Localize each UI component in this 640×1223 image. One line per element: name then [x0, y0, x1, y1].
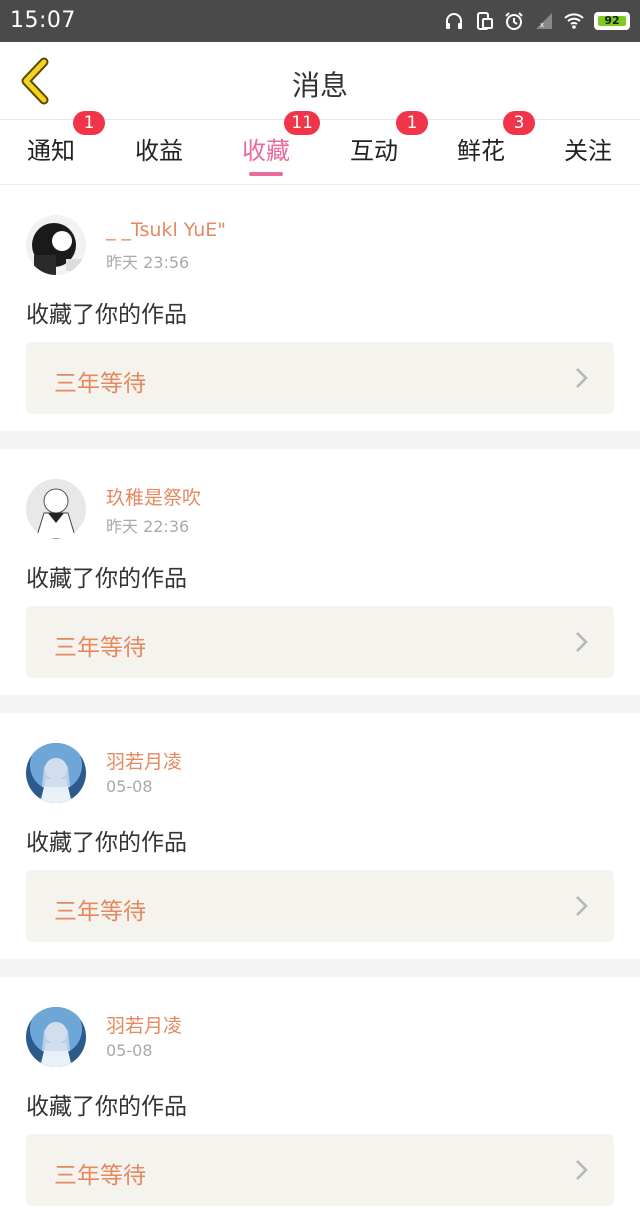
avatar[interactable]: [26, 743, 86, 803]
user-name[interactable]: 羽若月凌: [106, 747, 182, 774]
tab-label: 收益: [135, 137, 183, 165]
list-item: 羽若月凌 05-08 收藏了你的作品 三年等待: [0, 977, 640, 1223]
user-name[interactable]: 羽若月凌: [106, 1011, 182, 1038]
tab-flowers[interactable]: 鲜花 3: [436, 111, 535, 177]
activity-text: 收藏了你的作品: [26, 1094, 187, 1120]
work-link[interactable]: 三年等待: [26, 1134, 614, 1206]
active-tab-indicator: [249, 172, 283, 176]
wifi-icon: [564, 13, 584, 29]
unread-badge: 11: [284, 111, 320, 135]
app-header: 消息: [0, 42, 640, 120]
work-link[interactable]: 三年等待: [26, 870, 614, 942]
tab-label: 通知: [27, 137, 75, 165]
page-title: 消息: [291, 69, 348, 102]
divider: [0, 695, 640, 713]
avatar[interactable]: [26, 479, 86, 539]
timestamp: 05-08: [106, 777, 153, 796]
list-item: 玖稚是祭吹 昨天 22:36 收藏了你的作品 三年等待: [0, 449, 640, 695]
work-title: 三年等待: [54, 371, 146, 397]
user-name[interactable]: 玖稚是祭吹: [106, 483, 201, 510]
avatar[interactable]: [26, 1007, 86, 1067]
activity-text: 收藏了你的作品: [26, 566, 187, 592]
tab-label: 关注: [564, 137, 612, 165]
tab-following[interactable]: 关注: [543, 131, 633, 177]
tab-label: 鲜花: [457, 137, 505, 165]
timestamp: 05-08: [106, 1041, 153, 1060]
signal-icon: x: [536, 13, 552, 29]
chevron-right-icon: [576, 1160, 588, 1180]
status-bar: 15:07 x 92: [0, 0, 640, 42]
tab-earnings[interactable]: 收益: [114, 131, 204, 177]
alarm-icon: [505, 12, 523, 30]
battery-icon: 92: [594, 12, 630, 30]
activity-text: 收藏了你的作品: [26, 830, 187, 856]
divider: [0, 431, 640, 449]
battery-level: 92: [598, 15, 626, 26]
unread-badge: 1: [396, 111, 428, 135]
headphones-icon: [446, 13, 462, 29]
unread-badge: 3: [503, 111, 535, 135]
status-icons: x 92: [444, 8, 630, 34]
list-item: _ _Tsukl YuE" 昨天 23:56 收藏了你的作品 三年等待: [0, 185, 640, 431]
chevron-right-icon: [576, 368, 588, 388]
activity-text: 收藏了你的作品: [26, 302, 187, 328]
work-title: 三年等待: [54, 899, 146, 925]
tab-notice[interactable]: 通知 1: [6, 111, 105, 177]
list-item: 羽若月凌 05-08 收藏了你的作品 三年等待: [0, 713, 640, 959]
chevron-right-icon: [576, 896, 588, 916]
work-title: 三年等待: [54, 635, 146, 661]
svg-text:x: x: [540, 21, 544, 29]
work-link[interactable]: 三年等待: [26, 606, 614, 678]
divider: [0, 959, 640, 977]
avatar[interactable]: [26, 215, 86, 275]
timestamp: 昨天 22:36: [106, 517, 190, 536]
chevron-right-icon: [576, 632, 588, 652]
tab-interaction[interactable]: 互动 1: [329, 111, 428, 177]
work-title: 三年等待: [54, 1163, 146, 1189]
tab-favorites[interactable]: 收藏 11: [221, 111, 320, 177]
status-time: 15:07: [10, 8, 76, 33]
timestamp: 昨天 23:56: [106, 253, 190, 272]
screen-rotate-icon: [477, 12, 493, 30]
user-name[interactable]: _ _Tsukl YuE": [106, 219, 226, 241]
work-link[interactable]: 三年等待: [26, 342, 614, 414]
tab-label: 互动: [350, 137, 398, 165]
tab-bar: 通知 1 收益 收藏 11 互动 1 鲜花 3 关注: [0, 111, 640, 185]
unread-badge: 1: [73, 111, 105, 135]
message-list: _ _Tsukl YuE" 昨天 23:56 收藏了你的作品 三年等待 玖稚是祭…: [0, 185, 640, 1223]
tab-label: 收藏: [242, 137, 290, 165]
